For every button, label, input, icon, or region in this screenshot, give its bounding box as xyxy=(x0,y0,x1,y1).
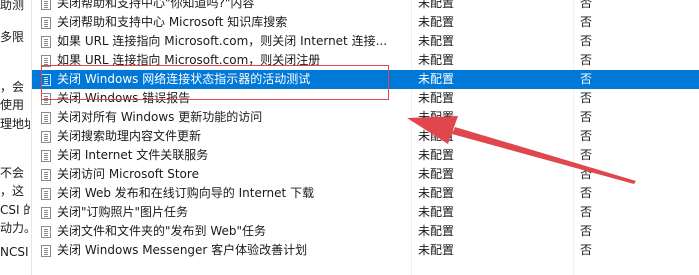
policy-state: 未配置 xyxy=(418,186,455,200)
policy-comment: 否 xyxy=(580,243,593,257)
policy-setting-icon xyxy=(41,0,51,10)
policy-setting-icon xyxy=(41,226,51,238)
policy-name: 关闭 Web 发布和在线订购向导的 Internet 下载 xyxy=(57,186,315,200)
policy-comment: 否 xyxy=(580,186,593,200)
policy-row-selected[interactable]: 关闭 Windows 网络连接状态指示器的活动测试 未配置 否 xyxy=(32,70,699,89)
description-fragment: 多限 xyxy=(0,30,25,44)
policy-state: 未配置 xyxy=(418,91,455,105)
policy-name: 关闭访问 Microsoft Store xyxy=(57,167,199,181)
policy-comment: 否 xyxy=(580,91,593,105)
description-fragment: 动力。 xyxy=(0,221,30,235)
description-fragment: 理地址 xyxy=(0,117,30,131)
policy-setting-icon xyxy=(41,131,51,143)
policy-state: 未配置 xyxy=(418,34,455,48)
policy-name: 关闭 Windows 网络连接状态指示器的活动测试 xyxy=(57,72,311,86)
policy-state: 未配置 xyxy=(418,15,455,29)
description-fragment: ，这 xyxy=(0,184,25,198)
description-fragment: 不会 xyxy=(0,166,25,180)
policy-setting-icon xyxy=(41,188,51,200)
policy-state: 未配置 xyxy=(418,129,455,143)
policy-name: 关闭帮助和支持中心"你知道吗?"内容 xyxy=(57,0,255,10)
policy-setting-icon xyxy=(41,55,51,67)
policy-setting-icon xyxy=(41,93,51,105)
policy-name: 关闭搜索助理内容文件更新 xyxy=(57,129,202,143)
policy-comment: 否 xyxy=(580,148,593,162)
policy-row[interactable]: 关闭文件和文件夹的"发布到 Web"任务 未配置 否 xyxy=(32,222,699,241)
policy-comment: 否 xyxy=(580,72,593,86)
policy-name: 如果 URL 连接指向 Microsoft.com，则关闭注册 xyxy=(57,53,321,67)
policy-state: 未配置 xyxy=(418,53,455,67)
policy-state: 未配置 xyxy=(418,72,455,86)
description-fragment: 使用 xyxy=(0,98,25,112)
policy-state: 未配置 xyxy=(418,243,455,257)
policy-row[interactable]: 关闭 Windows Messenger 客户体验改善计划 未配置 否 xyxy=(32,241,699,260)
description-fragment: NCSI xyxy=(0,245,29,259)
policy-comment: 否 xyxy=(580,110,593,124)
policy-state: 未配置 xyxy=(418,110,455,124)
policy-state: 未配置 xyxy=(418,205,455,219)
policy-row[interactable]: 关闭 Internet 文件关联服务 未配置 否 xyxy=(32,146,699,165)
policy-list: 关闭帮助和支持中心"你知道吗?"内容 未配置 否 关闭帮助和支持中心 Micro… xyxy=(32,0,699,260)
policy-name: 关闭 Internet 文件关联服务 xyxy=(57,148,209,162)
policy-row[interactable]: 如果 URL 连接指向 Microsoft.com，则关闭 Internet 连… xyxy=(32,32,699,51)
policy-setting-icon xyxy=(41,245,51,257)
policy-setting-icon xyxy=(41,17,51,29)
policy-row[interactable]: 关闭对所有 Windows 更新功能的访问 未配置 否 xyxy=(32,108,699,127)
policy-setting-icon xyxy=(41,36,51,48)
policy-name: 关闭"订购照片"图片任务 xyxy=(57,205,189,219)
description-fragment: CSI 的 xyxy=(0,203,30,217)
policy-name: 如果 URL 连接指向 Microsoft.com，则关闭 Internet 连… xyxy=(57,34,388,48)
policy-comment: 否 xyxy=(580,0,593,10)
policy-row[interactable]: 关闭 Windows 错误报告 未配置 否 xyxy=(32,89,699,108)
policy-name: 关闭帮助和支持中心 Microsoft 知识库搜索 xyxy=(57,15,288,29)
policy-comment: 否 xyxy=(580,224,593,238)
policy-row[interactable]: 关闭 Web 发布和在线订购向导的 Internet 下载 未配置 否 xyxy=(32,184,699,203)
description-fragment: ，会 xyxy=(0,80,25,94)
policy-comment: 否 xyxy=(580,53,593,67)
policy-name: 关闭 Windows 错误报告 xyxy=(57,91,191,105)
policy-name: 关闭文件和文件夹的"发布到 Web"任务 xyxy=(57,224,267,238)
policy-comment: 否 xyxy=(580,34,593,48)
policy-setting-icon xyxy=(41,112,51,124)
policy-setting-icon xyxy=(41,74,51,86)
policy-comment: 否 xyxy=(580,129,593,143)
policy-row[interactable]: 关闭帮助和支持中心 Microsoft 知识库搜索 未配置 否 xyxy=(32,13,699,32)
policy-comment: 否 xyxy=(580,15,593,29)
policy-editor-view: 助测 多限 ，会 使用 理地址 不会 ，这 CSI 的 动力。 NCSI 关闭帮… xyxy=(0,0,699,275)
policy-row[interactable]: 关闭访问 Microsoft Store 未配置 否 xyxy=(32,165,699,184)
policy-row[interactable]: 关闭"订购照片"图片任务 未配置 否 xyxy=(32,203,699,222)
policy-name: 关闭对所有 Windows 更新功能的访问 xyxy=(57,110,263,124)
policy-setting-icon xyxy=(41,150,51,162)
policy-row[interactable]: 如果 URL 连接指向 Microsoft.com，则关闭注册 未配置 否 xyxy=(32,51,699,70)
description-fragment: 助测 xyxy=(0,0,25,12)
policy-comment: 否 xyxy=(580,205,593,219)
policy-name: 关闭 Windows Messenger 客户体验改善计划 xyxy=(57,243,308,257)
policy-setting-icon xyxy=(41,169,51,181)
policy-state: 未配置 xyxy=(418,148,455,162)
policy-setting-icon xyxy=(41,207,51,219)
description-pane: 助测 多限 ，会 使用 理地址 不会 ，这 CSI 的 动力。 NCSI xyxy=(0,0,30,275)
policy-row[interactable]: 关闭搜索助理内容文件更新 未配置 否 xyxy=(32,127,699,146)
policy-comment: 否 xyxy=(580,167,593,181)
policy-state: 未配置 xyxy=(418,224,455,238)
policy-state: 未配置 xyxy=(418,167,455,181)
policy-row[interactable]: 关闭帮助和支持中心"你知道吗?"内容 未配置 否 xyxy=(32,0,699,13)
policy-state: 未配置 xyxy=(418,0,455,10)
